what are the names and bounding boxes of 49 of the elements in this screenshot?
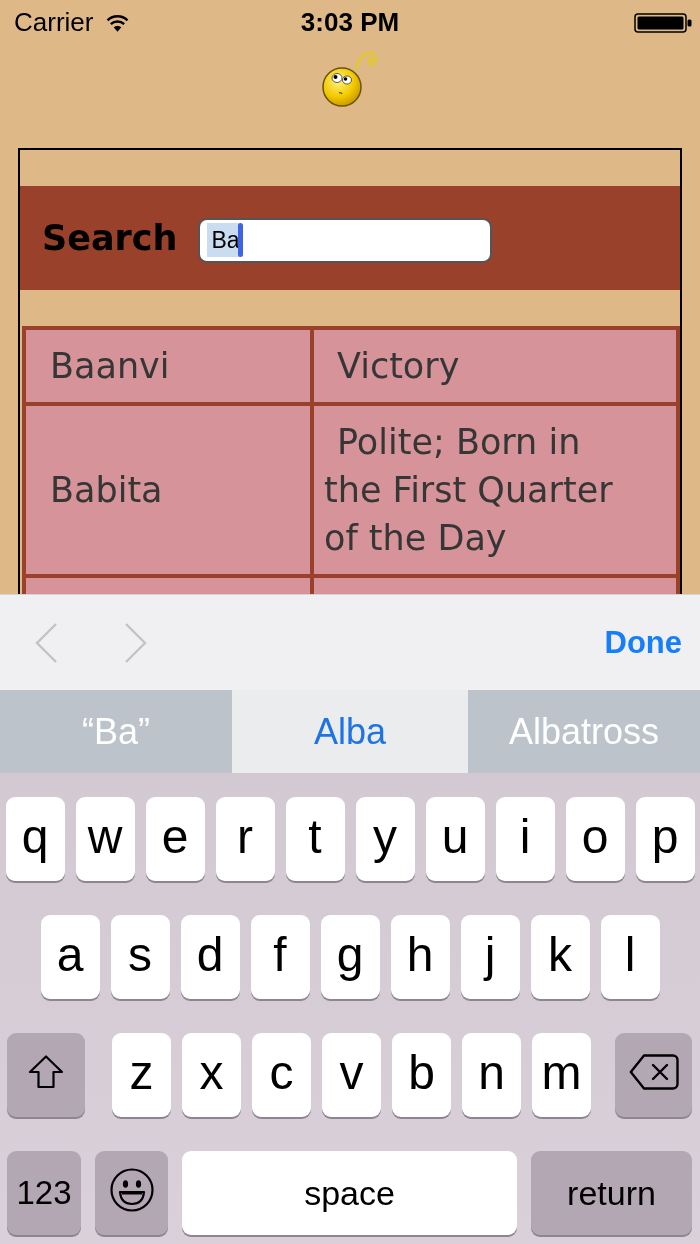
emoji-key[interactable] [95,1151,168,1235]
letter-key[interactable]: z [112,1033,171,1117]
backspace-icon [628,1054,679,1090]
letter-key[interactable]: h [390,915,450,999]
letter-key[interactable]: k [530,915,590,999]
letter-key[interactable]: n [462,1033,521,1117]
letter-key[interactable]: q [5,797,65,881]
letter-key[interactable]: w [75,797,135,881]
letter-key[interactable]: e [145,797,205,881]
letter-key[interactable]: s [110,915,170,999]
table-cell: Babita [26,406,310,574]
wifi-icon [105,13,131,32]
table-cell: Polite; Born in the First Quarter of the Day [314,406,676,574]
letter-key[interactable]: x [182,1033,241,1117]
search-label: Search [42,218,178,258]
letter-key[interactable]: c [252,1033,311,1117]
letter-key[interactable]: i [495,797,555,881]
delete-key[interactable] [615,1033,692,1117]
letter-key[interactable]: u [425,797,485,881]
chevron-left-icon [35,622,57,663]
suggestion-item[interactable]: Alba [232,690,468,773]
search-field[interactable]: Ba [197,217,492,263]
letter-key[interactable]: j [460,915,520,999]
shift-key[interactable] [7,1033,85,1117]
chevron-right-icon [125,622,147,663]
letter-key[interactable]: f [250,915,310,999]
letter-key[interactable]: d [180,915,240,999]
status-time: 3:03 PM [300,7,400,38]
letter-key[interactable]: g [320,915,380,999]
letter-key[interactable]: r [215,797,275,881]
table-cell: Baanvi [26,330,310,402]
space-key[interactable]: space [182,1151,517,1235]
letter-key[interactable]: t [285,797,345,881]
shift-arrow-icon [28,1055,64,1089]
letter-key[interactable]: l [600,915,660,999]
letter-key[interactable]: b [392,1033,451,1117]
smiley-icon [109,1168,154,1212]
letter-key[interactable]: a [40,915,100,999]
carrier-label: Carrier [14,7,94,38]
letter-key[interactable]: m [532,1033,591,1117]
letter-key[interactable]: p [635,797,695,881]
letter-key[interactable]: o [565,797,625,881]
text-cursor-icon [237,223,243,257]
numbers-key[interactable]: 123 [7,1151,81,1235]
battery-icon [634,12,692,33]
return-key[interactable]: return [531,1151,692,1235]
letter-key[interactable]: y [355,797,415,881]
letter-key[interactable]: v [322,1033,381,1117]
table-cell: Victory [314,330,676,402]
